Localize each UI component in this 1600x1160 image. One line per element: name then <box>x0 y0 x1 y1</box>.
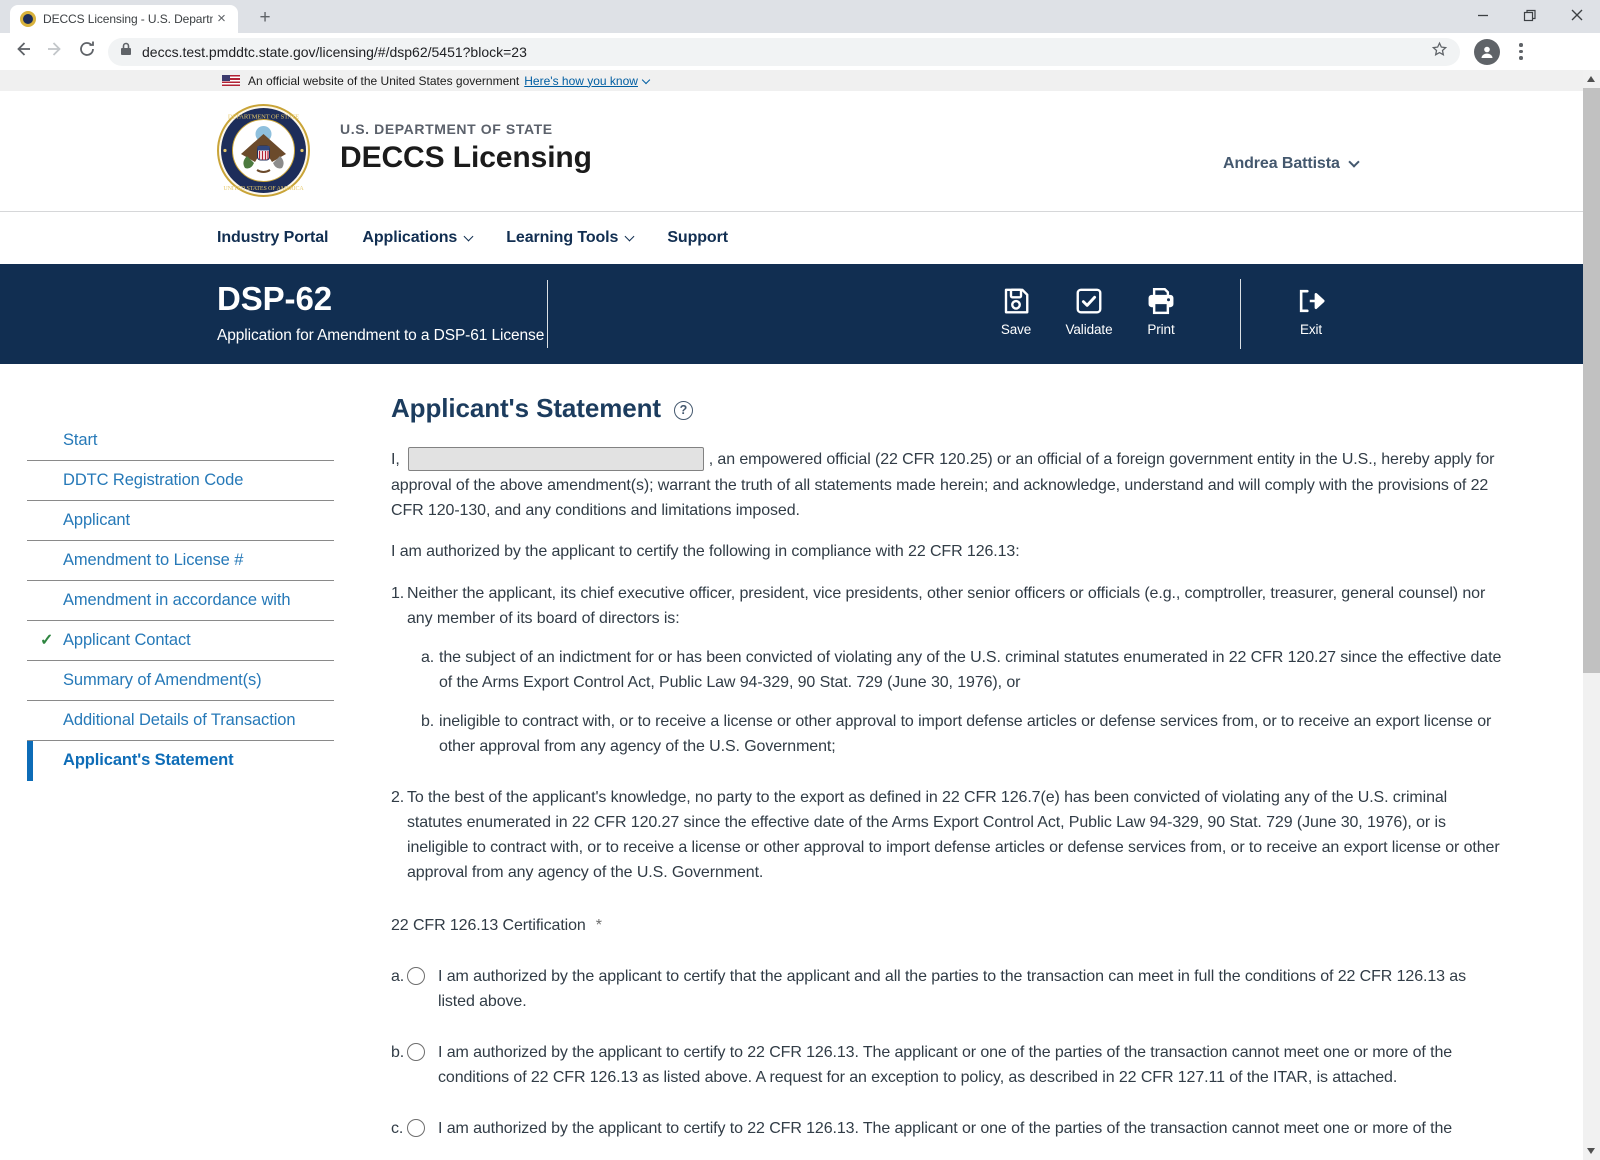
tab-title: DECCS Licensing - U.S. Departme <box>43 12 213 26</box>
bookmark-star-icon[interactable] <box>1431 41 1448 63</box>
user-name: Andrea Battista <box>1223 155 1340 172</box>
sidebar-item-amendment-in-accordance-with[interactable]: Amendment in accordance with <box>27 581 334 621</box>
sidebar-item-applicants-statement[interactable]: Applicant's Statement <box>27 741 334 781</box>
conditions-list: 1. Neither the applicant, its chief exec… <box>391 581 1503 885</box>
condition-1-sublist: a. the subject of an indictment for or h… <box>421 645 1503 759</box>
gov-banner-link[interactable]: Here's how you know <box>524 74 638 88</box>
validate-icon <box>1076 288 1102 314</box>
url-text: deccs.test.pmddtc.state.gov/licensing/#/… <box>142 43 527 60</box>
form-id: DSP-62 <box>217 280 332 317</box>
browser-tabstrip: DECCS Licensing - U.S. Departme × + <box>0 0 1600 33</box>
divider <box>1240 279 1241 349</box>
window-restore-button[interactable] <box>1506 0 1553 30</box>
reload-icon[interactable] <box>78 40 96 63</box>
forward-icon[interactable] <box>46 40 64 63</box>
scroll-down-icon[interactable] <box>1587 1148 1595 1154</box>
condition-item-1: 1. Neither the applicant, its chief exec… <box>391 585 1486 627</box>
validate-button[interactable]: Validate <box>1057 286 1121 337</box>
chevron-down-icon <box>641 75 651 84</box>
required-asterisk: * <box>595 917 602 934</box>
user-menu[interactable]: Andrea Battista <box>1223 155 1360 173</box>
condition-item-1b: b. ineligible to contract with, or to re… <box>421 713 1492 755</box>
exit-button[interactable]: Exit <box>1279 286 1343 337</box>
certification-option-b: b. I am authorized by the applicant to c… <box>391 1043 1453 1086</box>
profile-avatar-icon[interactable] <box>1474 38 1500 65</box>
save-button[interactable]: Save <box>984 286 1048 337</box>
gov-banner-text: An official website of the United States… <box>248 73 520 88</box>
address-bar[interactable]: deccs.test.pmddtc.state.gov/licensing/#/… <box>108 37 1460 66</box>
new-tab-button[interactable]: + <box>255 8 275 28</box>
condition-item-2: 2. To the best of the applicant's knowle… <box>391 789 1500 881</box>
main-nav: Industry Portal Applications Learning To… <box>0 212 1600 264</box>
browser-tab[interactable]: DECCS Licensing - U.S. Departme × <box>10 5 238 33</box>
compliance-intro: I am authorized by the applicant to cert… <box>391 543 1020 560</box>
divider <box>547 280 548 348</box>
window-close-button[interactable] <box>1553 0 1600 30</box>
statement-paragraph: I,, an empowered official (22 CFR 120.25… <box>391 447 1503 523</box>
cert-option-b-radio[interactable] <box>407 1043 425 1061</box>
cert-option-a-radio[interactable] <box>407 967 425 985</box>
print-button[interactable]: Print <box>1129 286 1193 337</box>
sidebar-item-applicant-contact[interactable]: ✓ Applicant Contact <box>27 621 334 661</box>
svg-text:DEPARTMENT OF STATE: DEPARTMENT OF STATE <box>228 114 299 121</box>
sidebar-item-start[interactable]: Start <box>27 421 334 461</box>
help-icon[interactable]: ? <box>673 400 693 420</box>
lock-icon <box>120 42 132 61</box>
exit-icon <box>1299 289 1325 313</box>
nav-support[interactable]: Support <box>667 229 728 247</box>
nav-learning-tools[interactable]: Learning Tools <box>506 229 635 247</box>
print-icon <box>1148 287 1174 315</box>
condition-item-1a: a. the subject of an indictment for or h… <box>421 649 1502 691</box>
form-subtitle: Application for Amendment to a DSP-61 Li… <box>217 327 545 344</box>
nav-industry-portal[interactable]: Industry Portal <box>217 229 329 247</box>
form-step-sidebar: Start DDTC Registration Code Applicant A… <box>27 421 334 781</box>
browser-menu-icon[interactable] <box>1512 43 1530 60</box>
chevron-down-icon <box>624 231 635 241</box>
svg-text:UNITED STATES OF AMERICA: UNITED STATES OF AMERICA <box>223 186 304 192</box>
sidebar-item-summary-of-amendments[interactable]: Summary of Amendment(s) <box>27 661 334 701</box>
us-flag-icon <box>222 75 240 86</box>
scroll-up-icon[interactable] <box>1587 76 1595 82</box>
nav-applications[interactable]: Applications <box>362 229 474 247</box>
certification-option-c: c. I am authorized by the applicant to c… <box>391 1119 1453 1137</box>
chevron-down-icon <box>1348 156 1360 168</box>
window-minimize-button[interactable] <box>1459 0 1506 30</box>
gov-banner: An official website of the United States… <box>0 70 1600 91</box>
check-icon: ✓ <box>40 632 54 649</box>
scrollbar-thumb[interactable] <box>1583 88 1600 673</box>
statement-prefix: I, <box>391 451 400 469</box>
chevron-down-icon <box>463 231 474 241</box>
browser-urlbar: deccs.test.pmddtc.state.gov/licensing/#/… <box>0 33 1600 70</box>
page-viewport: An official website of the United States… <box>0 70 1600 1160</box>
certification-option-a: a. I am authorized by the applicant to c… <box>391 967 1466 1010</box>
department-of-state-seal: DEPARTMENT OF STATE UNITED STATES OF AME… <box>217 104 310 202</box>
save-icon <box>1004 288 1029 314</box>
cert-option-c-radio[interactable] <box>407 1119 425 1137</box>
form-banner: DSP-62 Application for Amendment to a DS… <box>0 264 1600 364</box>
tab-close-icon[interactable]: × <box>213 10 230 28</box>
page-title: Applicant's Statement ? <box>391 395 1503 421</box>
sidebar-item-additional-details[interactable]: Additional Details of Transaction <box>27 701 334 741</box>
site-favicon <box>20 11 36 27</box>
sidebar-item-applicant[interactable]: Applicant <box>27 501 334 541</box>
empowered-official-name-field[interactable] <box>407 447 704 471</box>
agency-name: U.S. DEPARTMENT OF STATE <box>340 121 553 137</box>
site-header: DEPARTMENT OF STATE UNITED STATES OF AME… <box>0 91 1600 264</box>
applicants-statement-section: Applicant's Statement ? I,, an empowered… <box>391 395 1503 1141</box>
certification-label: 22 CFR 126.13 Certification * <box>391 917 602 934</box>
sidebar-item-ddtc-registration-code[interactable]: DDTC Registration Code <box>27 461 334 501</box>
page-scrollbar[interactable] <box>1583 70 1600 1160</box>
sidebar-item-amendment-to-license[interactable]: Amendment to License # <box>27 541 334 581</box>
app-title: DECCS Licensing <box>340 141 592 174</box>
back-icon[interactable] <box>14 40 32 63</box>
